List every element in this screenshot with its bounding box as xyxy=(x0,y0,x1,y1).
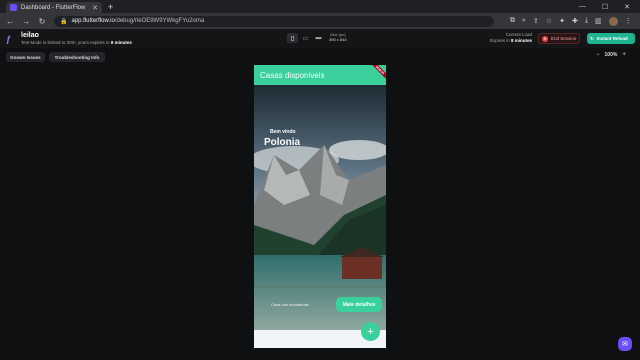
puzzle-icon[interactable]: ✚ xyxy=(572,17,578,25)
url-path: /debug/rleOE9W9YWkgFYu2oma xyxy=(114,18,205,24)
app-bar: Casas disponiveis xyxy=(254,65,386,85)
open-external-icon[interactable]: ⧉ xyxy=(510,17,515,25)
bookmark-star-icon[interactable]: ☆ xyxy=(546,17,552,25)
window-close-icon[interactable]: ✕ xyxy=(624,3,630,11)
current-load-info: Current Load Expires in 8 minutes xyxy=(489,32,532,43)
address-bar: ← → ↻ 🔒 app.flutterflow.io /debug/rleOE9… xyxy=(0,13,640,29)
download-icon[interactable]: ⤓ xyxy=(585,17,588,25)
zoom-level: 100% xyxy=(604,52,618,58)
new-tab-icon[interactable]: + xyxy=(108,2,113,12)
browser-tab[interactable]: Dashboard - FlutterFlow ✕ xyxy=(6,2,102,13)
mountain-lake-image xyxy=(254,85,386,330)
city-title: Polonia xyxy=(264,137,301,148)
url-input[interactable]: 🔒 app.flutterflow.io /debug/rleOE9W9YWkg… xyxy=(54,15,494,27)
avatar[interactable] xyxy=(608,16,618,26)
desktop-device-icon[interactable]: ▬ xyxy=(313,33,324,43)
reload-icon[interactable]: ↻ xyxy=(38,17,46,26)
end-session-button[interactable]: ✕ End Session xyxy=(538,33,580,44)
tab-title: Dashboard - FlutterFlow xyxy=(21,4,86,11)
window-controls: — ☐ ✕ xyxy=(579,3,640,11)
lock-icon: 🔒 xyxy=(60,18,68,25)
browser-menu-icon[interactable]: ⋮ xyxy=(625,17,632,25)
share-icon[interactable]: ⇪ xyxy=(533,17,539,25)
phone-device-icon[interactable]: ▯ xyxy=(287,33,298,43)
zoom-control: − 100% + xyxy=(596,52,626,58)
flutterflow-logo-icon: ƒ xyxy=(6,33,12,44)
minimize-icon[interactable]: — xyxy=(579,3,586,11)
forward-icon[interactable]: → xyxy=(22,17,30,26)
zoom-in-button[interactable]: + xyxy=(622,52,626,58)
extension-icon[interactable]: ✦ xyxy=(559,17,565,25)
device-size-info: One (pv) 390 x 844 xyxy=(329,32,347,42)
add-fab-button[interactable]: + xyxy=(361,322,380,341)
house-caption: Casa nas montanhas xyxy=(271,302,309,307)
browser-actions: ⧉ ⌕ ⇪ ☆ ✦ ✚ ⤓ ▥ ⋮ xyxy=(510,16,632,26)
appbar-title: Casas disponiveis xyxy=(260,70,325,80)
troubleshooting-button[interactable]: Troubleshooting Info xyxy=(49,52,105,62)
device-selector: ▯ ▭ ▬ xyxy=(287,33,324,43)
flutterflow-favicon-icon xyxy=(10,4,17,11)
zoom-icon[interactable]: ⌕ xyxy=(522,17,526,25)
welcome-text: Bem vindo xyxy=(270,129,296,135)
reload-bolt-icon: ↻ xyxy=(590,35,594,41)
more-details-button[interactable]: Mais detalhes xyxy=(336,297,382,312)
sidepanel-icon[interactable]: ▥ xyxy=(595,17,602,25)
tab-close-icon[interactable]: ✕ xyxy=(92,4,98,12)
test-mode-notice: Test Mode is limited to 30m, yours expir… xyxy=(21,40,132,45)
tablet-device-icon[interactable]: ▭ xyxy=(300,33,311,43)
app-name: leilao xyxy=(21,32,39,39)
chat-support-icon[interactable]: ✉ xyxy=(618,337,632,351)
hero-image: Bem vindo Polonia xyxy=(254,85,386,330)
maximize-icon[interactable]: ☐ xyxy=(602,3,608,11)
back-icon[interactable]: ← xyxy=(6,17,14,26)
end-session-icon: ✕ xyxy=(542,35,548,42)
zoom-out-button[interactable]: − xyxy=(596,52,600,58)
instant-reload-button[interactable]: ↻ Instant Reload xyxy=(587,33,635,44)
url-host: app.flutterflow.io xyxy=(71,18,115,24)
browser-tab-bar: Dashboard - FlutterFlow ✕ + — ☐ ✕ xyxy=(0,0,640,13)
known-issues-button[interactable]: Known Issues xyxy=(6,52,45,62)
